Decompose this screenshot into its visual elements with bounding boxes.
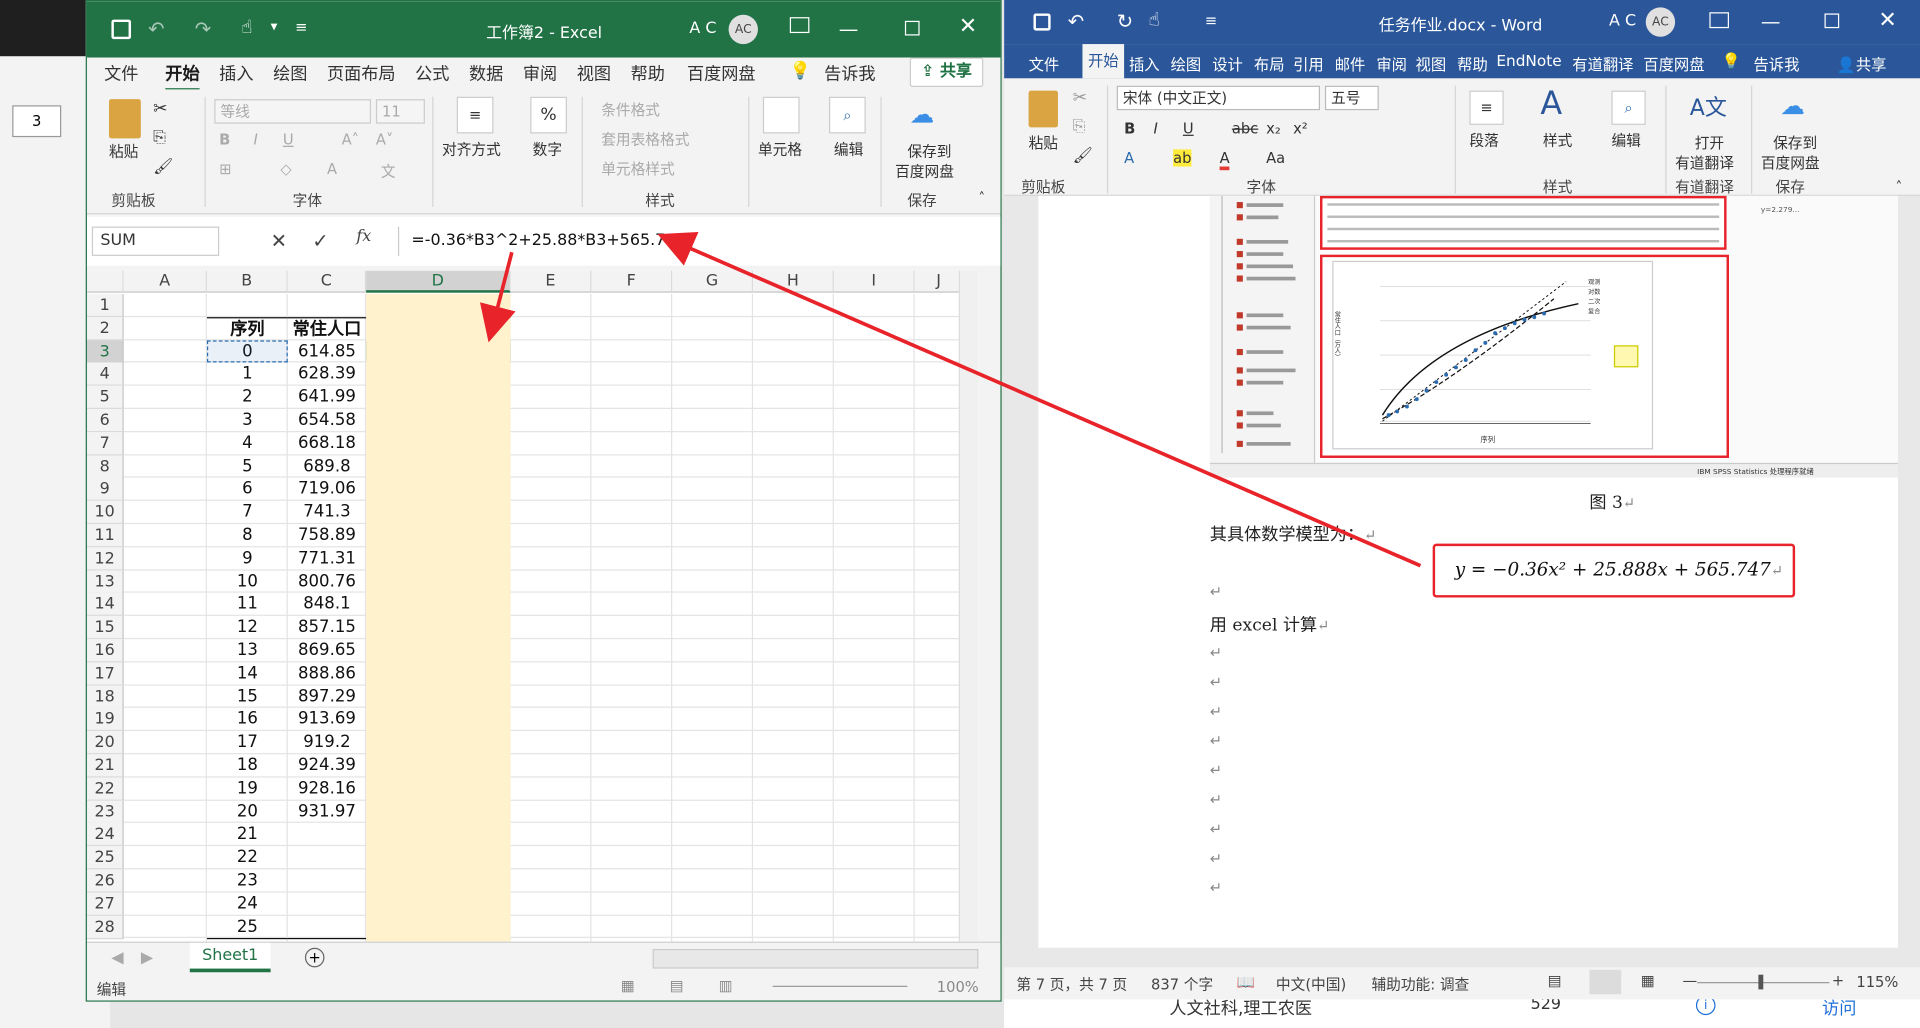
annotation-arrow-cell — [479, 251, 516, 343]
annotation-overlay — [479, 231, 1422, 568]
annotation-arrow-formula — [657, 231, 1422, 568]
